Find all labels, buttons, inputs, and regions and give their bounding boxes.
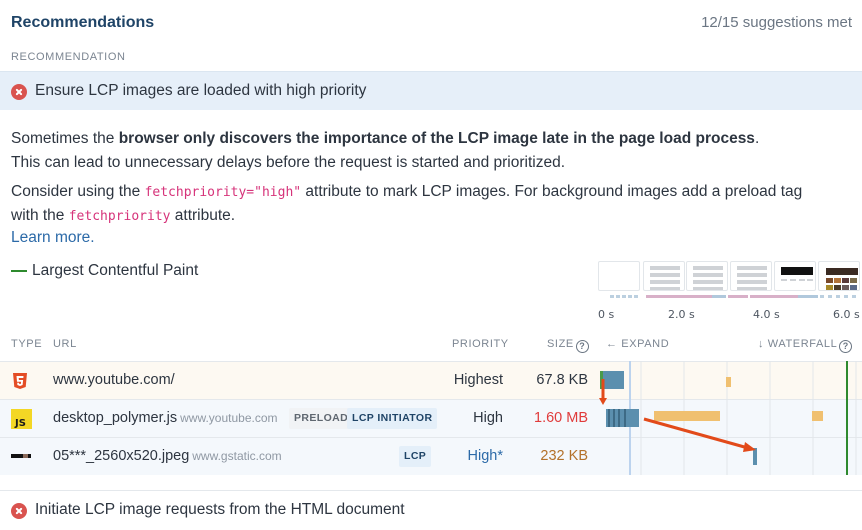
waterfall-bar-request	[753, 448, 757, 465]
lcp-legend-label: Largest Contentful Paint	[32, 262, 199, 279]
recommendations-header: Recommendations 12/15 suggestions met	[11, 14, 852, 36]
request-priority: Highest	[453, 372, 503, 388]
recommendation-title: Initiate LCP image requests from the HTM…	[35, 501, 405, 518]
url-text: www.youtube.com/	[53, 372, 175, 388]
time-tick-label: 4.0 s	[753, 308, 780, 321]
waterfall-header-label: ↓ WATERFALL	[758, 338, 838, 350]
column-header-type: TYPE	[11, 338, 43, 350]
filmstrip-progress-segment	[646, 295, 712, 298]
waterfall-bar-chunk	[618, 409, 620, 427]
description-emphasis: browser only discovers the importance of…	[118, 130, 755, 147]
request-url[interactable]: desktop_polymer.js www.youtube.com	[53, 410, 278, 426]
initiator-arrow	[643, 417, 756, 452]
request-size: 1.60 MB	[534, 410, 588, 426]
waterfall-bar-chunk	[613, 409, 615, 427]
description-text: attribute.	[170, 207, 236, 224]
preload-badge: PRELOAD	[289, 408, 354, 429]
time-tick-label: 0 s	[598, 308, 615, 321]
recommendation-row-active[interactable]: Ensure LCP images are loaded with high p…	[0, 71, 862, 110]
url-text: desktop_polymer.js	[53, 410, 178, 426]
column-header-priority[interactable]: PRIORITY	[452, 338, 509, 350]
recommendation-title: Ensure LCP images are loaded with high p…	[35, 82, 367, 99]
url-text: 05***_2560x520.jpeg	[53, 448, 190, 464]
section-title: Recommendations	[11, 14, 155, 31]
svg-text:JS: JS	[14, 418, 26, 429]
filmstrip-frame-complete[interactable]	[818, 261, 860, 291]
description-line-1: Sometimes the browser only discovers the…	[11, 127, 759, 151]
filmstrip-progress-segment	[712, 295, 726, 298]
request-url[interactable]: 05***_2560x520.jpeg www.gstatic.com	[53, 448, 282, 464]
suggestions-met-count: 12/15 suggestions met	[701, 14, 852, 31]
column-header-size[interactable]: SIZE?	[547, 338, 589, 353]
filmstrip-frame-skeleton[interactable]	[686, 261, 728, 291]
waterfall-bar-cpu	[654, 411, 720, 421]
x-circle-icon	[11, 84, 27, 100]
lcp-legend: Largest Contentful Paint	[11, 262, 198, 280]
description-line-2: This can lead to unnecessary delays befo…	[11, 154, 566, 171]
code-snippet: fetchpriority="high"	[144, 185, 302, 200]
filmstrip-progress-segment	[610, 295, 640, 298]
lcp-badge: LCP	[399, 446, 432, 467]
lcp-initiator-badge: LCP INITIATOR	[347, 408, 438, 429]
description-line-3: Consider using the fetchpriority="high" …	[11, 180, 802, 205]
html5-icon	[13, 373, 27, 389]
time-tick-label: 6.0 s	[833, 308, 860, 321]
description-text: .	[754, 130, 760, 147]
request-host: www.gstatic.com	[192, 449, 282, 463]
column-header-waterfall[interactable]: ↓ WATERFALL?	[758, 338, 853, 353]
waterfall-bar-request	[606, 409, 639, 427]
recommendation-row[interactable]: Initiate LCP image requests from the HTM…	[0, 491, 862, 530]
recommendation-column-label: RECOMMENDATION	[11, 51, 126, 63]
filmstrip-progress-segment	[750, 295, 798, 298]
filmstrip-progress-segment	[798, 295, 818, 298]
size-header-label: SIZE	[547, 338, 574, 350]
learn-more-link[interactable]: Learn more.	[11, 229, 95, 247]
request-size: 232 KB	[540, 448, 588, 464]
waterfall-bar-chunk	[624, 409, 626, 427]
request-host: www.youtube.com	[180, 411, 278, 425]
filmstrip-frame-skeleton[interactable]	[730, 261, 772, 291]
request-size: 67.8 KB	[536, 372, 588, 388]
waterfall-bar-request	[603, 371, 624, 389]
waterfall-bar-cpu	[812, 411, 823, 421]
request-priority: High	[473, 410, 503, 426]
filmstrip-progress-segment	[820, 295, 860, 298]
filmstrip-progress-segment	[728, 295, 748, 298]
waterfall-chart[interactable]	[598, 361, 862, 475]
lcp-legend-line-icon	[11, 270, 27, 272]
code-snippet: fetchpriority	[68, 209, 171, 224]
waterfall-bar-cpu	[726, 377, 731, 387]
description-text: attribute to mark LCP images. For backgr…	[301, 183, 803, 200]
javascript-icon: JS	[11, 409, 32, 429]
description-line-4: with the fetchpriority attribute.	[11, 204, 235, 229]
request-priority: High*	[467, 448, 503, 464]
help-icon[interactable]: ?	[839, 340, 853, 353]
filmstrip-frame-skeleton[interactable]	[643, 261, 685, 291]
column-header-url: URL	[53, 338, 77, 350]
image-thumbnail-icon	[11, 454, 31, 458]
expand-button[interactable]: ← EXPAND	[606, 338, 669, 350]
description-text: Sometimes the	[11, 130, 119, 147]
request-url[interactable]: www.youtube.com/	[53, 372, 175, 388]
description-text: Consider using the	[11, 183, 145, 200]
filmstrip-frame-blank[interactable]	[598, 261, 640, 291]
filmstrip-frame-partial[interactable]	[774, 261, 816, 291]
waterfall-bar-chunk	[608, 409, 610, 427]
filmstrip[interactable]	[598, 261, 862, 305]
x-circle-icon	[11, 503, 27, 519]
help-icon[interactable]: ?	[575, 340, 589, 353]
description-text: with the	[11, 207, 69, 224]
time-tick-label: 2.0 s	[668, 308, 695, 321]
